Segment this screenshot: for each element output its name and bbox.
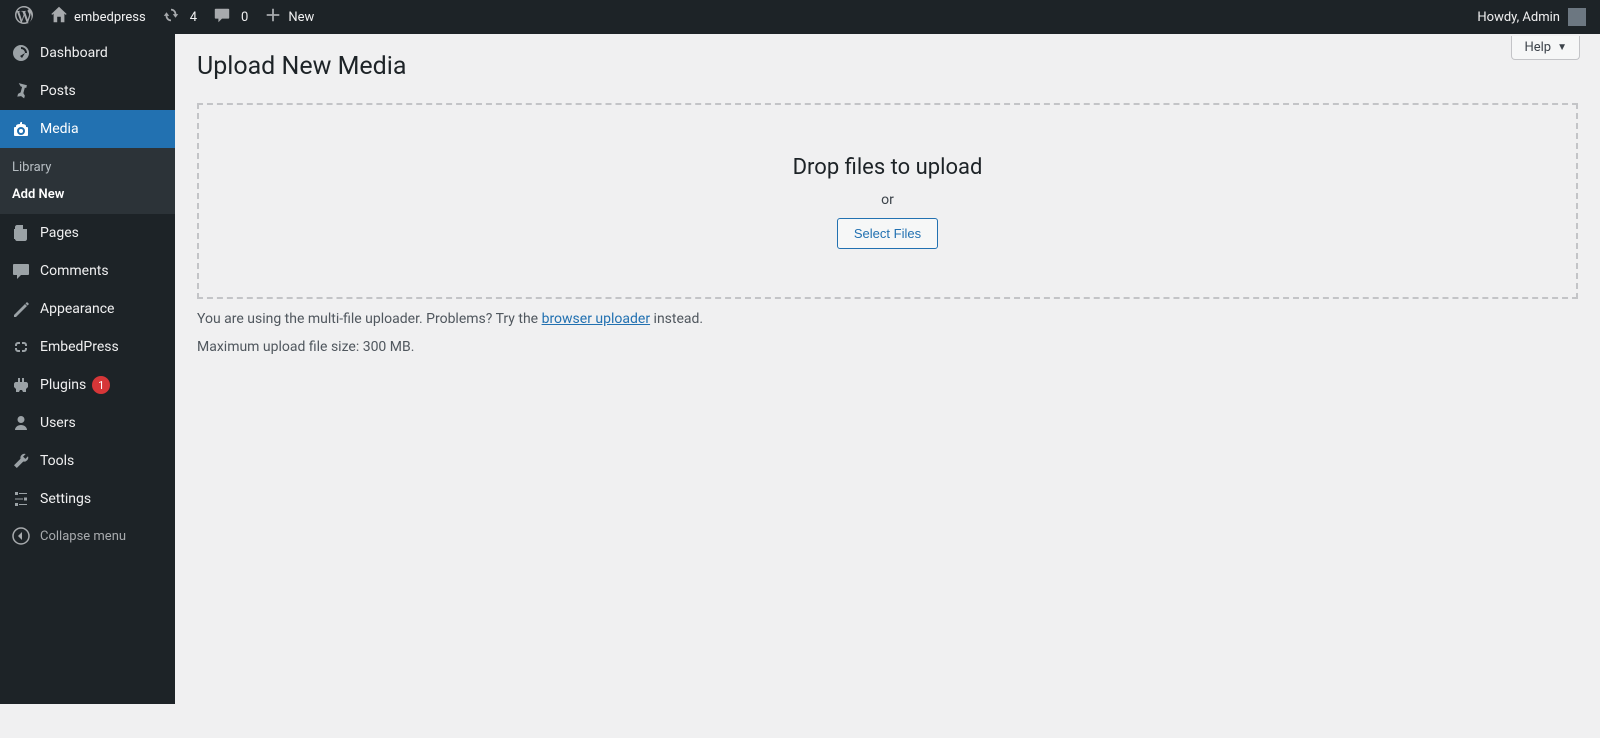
note-prefix: You are using the multi-file uploader. P… bbox=[197, 311, 542, 327]
menu-label: Settings bbox=[40, 491, 91, 507]
help-label: Help bbox=[1524, 40, 1551, 55]
uploader-note: You are using the multi-file uploader. P… bbox=[197, 311, 1578, 327]
wordpress-icon bbox=[14, 5, 34, 29]
comment-icon bbox=[213, 6, 237, 28]
embedpress-icon bbox=[10, 336, 32, 358]
home-icon bbox=[50, 6, 74, 28]
plugins-badge: 1 bbox=[92, 376, 110, 394]
menu-users[interactable]: Users bbox=[0, 404, 175, 442]
menu-label: Posts bbox=[40, 83, 76, 99]
menu-posts[interactable]: Posts bbox=[0, 72, 175, 110]
menu-label: Tools bbox=[40, 453, 74, 469]
menu-media[interactable]: Media bbox=[0, 110, 175, 148]
submenu-add-new[interactable]: Add New bbox=[0, 181, 175, 208]
wp-logo[interactable] bbox=[6, 0, 42, 34]
menu-tools[interactable]: Tools bbox=[0, 442, 175, 480]
upload-dropzone[interactable]: Drop files to upload or Select Files bbox=[197, 103, 1578, 299]
chevron-down-icon: ▼ bbox=[1557, 42, 1567, 53]
dashboard-icon bbox=[10, 42, 32, 64]
adminbar-right: Howdy, Admin bbox=[1469, 0, 1594, 34]
menu-label: Comments bbox=[40, 263, 109, 279]
menu-appearance[interactable]: Appearance bbox=[0, 290, 175, 328]
content-area: Help ▼ Upload New Media Drop files to up… bbox=[175, 34, 1600, 389]
avatar-icon bbox=[1568, 8, 1586, 26]
updates-count: 4 bbox=[190, 10, 197, 25]
menu-label: Media bbox=[40, 121, 79, 137]
site-name-link[interactable]: embedpress bbox=[42, 0, 154, 34]
comments-count: 0 bbox=[241, 10, 248, 25]
appearance-icon bbox=[10, 298, 32, 320]
howdy-text: Howdy, Admin bbox=[1477, 10, 1560, 25]
admin-sidebar: Dashboard Posts Media Library Add New Pa… bbox=[0, 34, 175, 704]
menu-settings[interactable]: Settings bbox=[0, 480, 175, 518]
comments-link[interactable]: 0 bbox=[205, 0, 256, 34]
dropzone-or: or bbox=[219, 192, 1556, 208]
adminbar-left: embedpress 4 0 New bbox=[6, 0, 322, 34]
menu-plugins[interactable]: Plugins 1 bbox=[0, 366, 175, 404]
menu-label: EmbedPress bbox=[40, 339, 119, 355]
new-content-link[interactable]: New bbox=[256, 0, 322, 34]
note-suffix: instead. bbox=[650, 311, 703, 327]
tools-icon bbox=[10, 450, 32, 472]
dropzone-title: Drop files to upload bbox=[219, 155, 1556, 180]
menu-label: Pages bbox=[40, 225, 79, 241]
settings-icon bbox=[10, 488, 32, 510]
comments-icon bbox=[10, 260, 32, 282]
menu-dashboard[interactable]: Dashboard bbox=[0, 34, 175, 72]
user-account-link[interactable]: Howdy, Admin bbox=[1469, 0, 1594, 34]
collapse-label: Collapse menu bbox=[40, 529, 126, 544]
menu-comments[interactable]: Comments bbox=[0, 252, 175, 290]
menu-pages[interactable]: Pages bbox=[0, 214, 175, 252]
pushpin-icon bbox=[10, 80, 32, 102]
updates-link[interactable]: 4 bbox=[154, 0, 205, 34]
menu-label: Appearance bbox=[40, 301, 114, 317]
update-icon bbox=[162, 6, 186, 28]
site-name-text: embedpress bbox=[74, 10, 146, 25]
collapse-icon bbox=[10, 525, 32, 547]
menu-label: Users bbox=[40, 415, 76, 431]
users-icon bbox=[10, 412, 32, 434]
plugins-icon bbox=[10, 374, 32, 396]
admin-toolbar: embedpress 4 0 New Howdy, Admin bbox=[0, 0, 1600, 34]
menu-embedpress[interactable]: EmbedPress bbox=[0, 328, 175, 366]
collapse-menu[interactable]: Collapse menu bbox=[0, 518, 175, 554]
plus-icon bbox=[264, 6, 288, 28]
content-wrap: Upload New Media Drop files to upload or… bbox=[175, 34, 1600, 389]
select-files-button[interactable]: Select Files bbox=[837, 218, 938, 249]
new-label: New bbox=[288, 10, 314, 25]
help-tab[interactable]: Help ▼ bbox=[1511, 36, 1580, 60]
submenu-library[interactable]: Library bbox=[0, 154, 175, 181]
submenu-media: Library Add New bbox=[0, 148, 175, 214]
menu-label: Dashboard bbox=[40, 45, 108, 61]
max-size-note: Maximum upload file size: 300 MB. bbox=[197, 339, 1578, 355]
pages-icon bbox=[10, 222, 32, 244]
page-title: Upload New Media bbox=[197, 52, 1578, 81]
menu-label: Plugins bbox=[40, 377, 86, 393]
browser-uploader-link[interactable]: browser uploader bbox=[542, 311, 651, 327]
media-icon bbox=[10, 118, 32, 140]
